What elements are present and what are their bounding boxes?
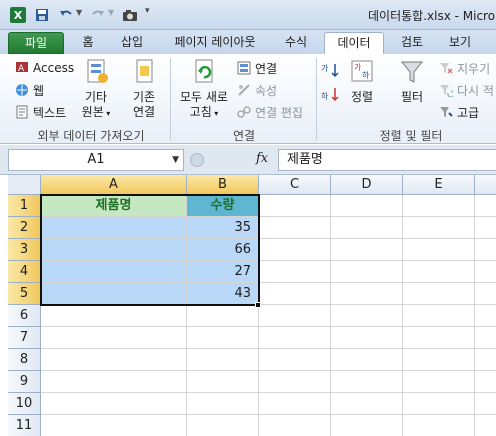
cell-a3[interactable] <box>41 239 187 261</box>
sort-button[interactable]: 가하 정렬 <box>344 58 380 105</box>
name-box[interactable]: A1 ▼ <box>8 149 184 171</box>
text-file-icon <box>14 105 30 121</box>
edit-links-button[interactable]: 연결 편집 <box>236 104 303 121</box>
cell-a5[interactable] <box>41 283 187 305</box>
row-header-9[interactable]: 9 <box>8 371 41 393</box>
web-icon <box>14 83 30 99</box>
row-header-1[interactable]: 1 <box>8 195 41 217</box>
edit-links-icon <box>236 105 252 121</box>
other-sources-icon <box>81 58 111 88</box>
sort-ascending-button[interactable]: 가 <box>320 62 343 78</box>
row-header-6[interactable]: 6 <box>8 305 41 327</box>
tab-view[interactable]: 보기 <box>442 32 478 54</box>
access-icon: A <box>14 60 30 76</box>
reapply-button[interactable]: 다시 적 <box>438 82 494 99</box>
group-separator <box>170 58 171 140</box>
sort-descending-icon: 하 <box>320 86 340 102</box>
other-sources-button[interactable]: 기타 원본 ▾ <box>78 58 114 121</box>
from-access-button[interactable]: A Access <box>14 60 74 76</box>
row-header-11[interactable]: 11 <box>8 415 41 436</box>
column-header-f-partial[interactable] <box>475 175 496 195</box>
title-bar: X ▼ ▼ ▾ 데이터통합.xlsx - Micro <box>0 0 496 30</box>
advanced-filter-button[interactable]: 고급 <box>438 104 479 121</box>
save-icon[interactable] <box>34 7 50 23</box>
fill-handle[interactable] <box>255 302 261 308</box>
cell-a4[interactable] <box>41 261 187 283</box>
undo-icon[interactable] <box>58 7 74 23</box>
cell-a1[interactable]: 제품명 <box>41 195 187 217</box>
column-header-c[interactable]: C <box>259 175 331 195</box>
excel-app-icon[interactable]: X <box>10 7 26 23</box>
select-all-corner[interactable] <box>8 175 41 195</box>
redo-dropdown-icon[interactable]: ▼ <box>108 8 114 17</box>
ribbon-data: A Access 웹 텍스트 기타 원본 ▾ 기존 연결 외부 데이터 가져오기… <box>0 54 496 144</box>
ribbon-tabs: 파일 홈 삽입 페이지 레이아웃 수식 데이터 검토 보기 <box>0 30 496 54</box>
refresh-icon <box>189 58 219 88</box>
clear-filter-icon <box>438 61 454 77</box>
clear-filter-button[interactable]: 지우기 <box>438 60 490 77</box>
row-header-5[interactable]: 5 <box>8 283 41 305</box>
row-header-8[interactable]: 8 <box>8 349 41 371</box>
svg-text:가: 가 <box>321 64 329 73</box>
redo-icon[interactable] <box>90 7 106 23</box>
tab-page-layout[interactable]: 페이지 레이아웃 <box>164 32 266 54</box>
row-header-10[interactable]: 10 <box>8 393 41 415</box>
row-header-4[interactable]: 4 <box>8 261 41 283</box>
formula-input[interactable]: 제품명 <box>278 149 496 171</box>
insert-function-icon[interactable]: fx <box>256 151 268 166</box>
tab-file[interactable]: 파일 <box>8 32 64 54</box>
cell-b1[interactable]: 수량 <box>187 195 259 217</box>
connections-icon <box>236 61 252 77</box>
cell-a2[interactable] <box>41 217 187 239</box>
row-header-3[interactable]: 3 <box>8 239 41 261</box>
formula-bar: A1 ▼ fx 제품명 <box>0 145 496 175</box>
tab-data[interactable]: 데이터 <box>324 32 384 54</box>
customize-qat-icon[interactable]: ▾ <box>145 6 150 16</box>
refresh-all-button[interactable]: 모두 새로 고침 ▾ <box>176 58 232 121</box>
svg-text:A: A <box>18 64 25 74</box>
column-header-b[interactable]: B <box>187 175 259 195</box>
cell-b5[interactable]: 43 <box>187 283 259 305</box>
group-label-connections: 연결 <box>232 129 256 143</box>
reapply-icon <box>438 83 455 99</box>
camera-icon[interactable] <box>122 7 138 23</box>
row-header-7[interactable]: 7 <box>8 327 41 349</box>
worksheet-grid[interactable]: A B C D E 1 2 3 4 5 6 7 8 9 10 11 제품명 수량… <box>8 175 496 436</box>
cell-b4[interactable]: 27 <box>187 261 259 283</box>
cell-b3[interactable]: 66 <box>187 239 259 261</box>
window-title: 데이터통합.xlsx - Micro <box>368 9 496 23</box>
sort-icon: 가하 <box>347 58 377 88</box>
group-label-external-data: 외부 데이터 가져오기 <box>37 129 145 143</box>
svg-text:하: 하 <box>362 70 370 80</box>
cell-b2[interactable]: 35 <box>187 217 259 239</box>
existing-connections-icon <box>129 58 159 88</box>
column-header-e[interactable]: E <box>403 175 475 195</box>
svg-text:하: 하 <box>321 91 329 101</box>
existing-connections-button[interactable]: 기존 연결 <box>124 58 164 120</box>
name-box-dropdown-icon[interactable]: ▼ <box>172 150 179 170</box>
connections-button[interactable]: 연결 <box>236 60 277 77</box>
tab-formulas[interactable]: 수식 <box>278 32 314 54</box>
undo-dropdown-icon[interactable]: ▼ <box>76 8 82 17</box>
properties-button[interactable]: 속성 <box>236 82 277 99</box>
column-header-a[interactable]: A <box>41 175 187 195</box>
column-header-d[interactable]: D <box>331 175 403 195</box>
advanced-filter-icon <box>438 105 454 121</box>
sort-ascending-icon: 가 <box>320 62 340 78</box>
from-web-button[interactable]: 웹 <box>14 82 44 99</box>
row-header-2[interactable]: 2 <box>8 217 41 239</box>
formula-bar-resize-handle[interactable] <box>190 153 204 167</box>
filter-button[interactable]: 필터 <box>392 58 432 105</box>
sort-descending-button[interactable]: 하 <box>320 86 343 102</box>
from-text-button[interactable]: 텍스트 <box>14 104 66 121</box>
svg-text:가: 가 <box>354 63 362 72</box>
filter-icon <box>397 58 427 88</box>
tab-insert[interactable]: 삽입 <box>112 32 152 54</box>
properties-icon <box>236 83 252 99</box>
tab-home[interactable]: 홈 <box>74 32 102 54</box>
group-separator <box>316 58 317 140</box>
group-label-sort-filter: 정렬 및 필터 <box>379 129 443 143</box>
tab-review[interactable]: 검토 <box>394 32 430 54</box>
